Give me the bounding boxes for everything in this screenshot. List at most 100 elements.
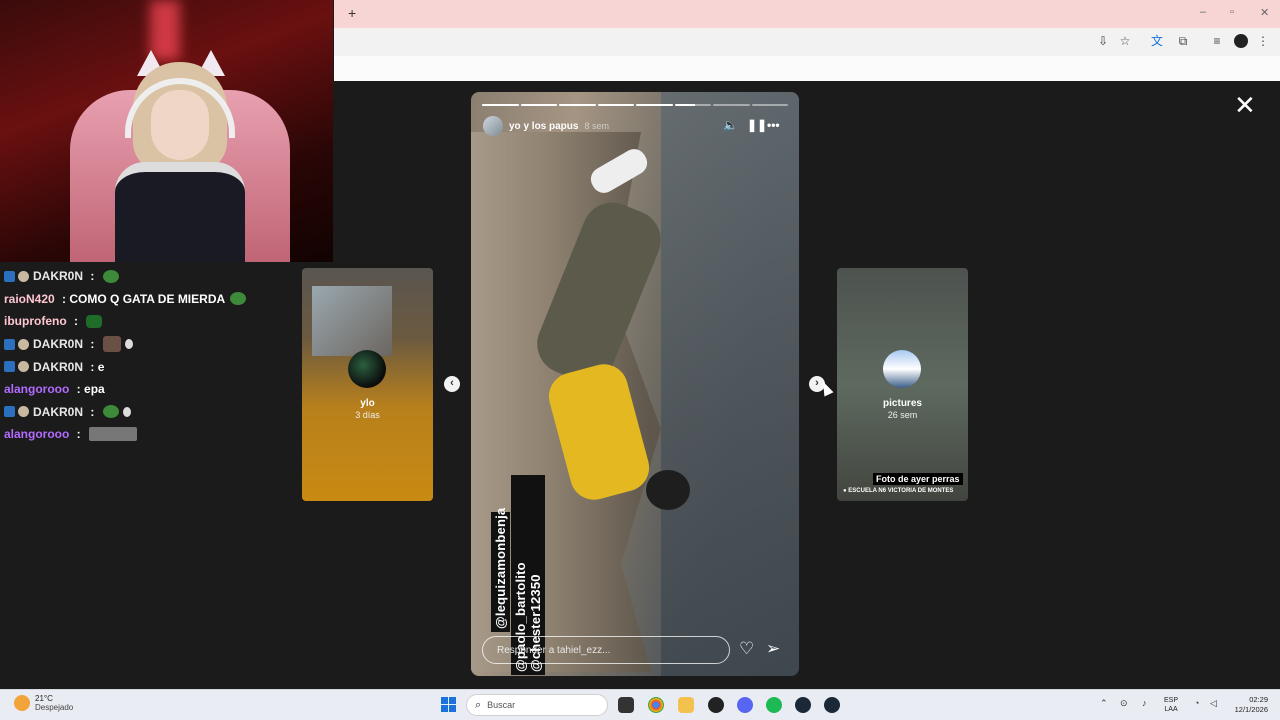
weather-widget[interactable]: 21°C Despejado bbox=[14, 694, 73, 712]
avatar[interactable] bbox=[483, 116, 503, 136]
spotify-icon[interactable] bbox=[766, 697, 782, 713]
emote-icon bbox=[124, 339, 133, 350]
chat-separator: : bbox=[87, 404, 98, 419]
close-window-button[interactable]: ✕ bbox=[1260, 6, 1269, 19]
system-clock[interactable]: 02:29 12/1/2026 bbox=[1226, 695, 1268, 715]
next-story-preview[interactable]: pictures 26 sem Foto de ayer perras ● ES… bbox=[837, 268, 968, 501]
chat-username[interactable]: ibuprofeno bbox=[4, 314, 67, 328]
chat-text: epa bbox=[84, 382, 105, 397]
task-view-icon[interactable] bbox=[618, 697, 634, 713]
chat-message: DAKR0N : bbox=[4, 333, 304, 356]
clock-date: 12/1/2026 bbox=[1234, 705, 1268, 714]
progress-segment bbox=[482, 104, 519, 106]
windows-taskbar: 21°C Despejado ⌕ Buscar ⌃ ⊙ ♪ ESP LAA ◔ … bbox=[0, 689, 1280, 720]
search-label: Buscar bbox=[487, 700, 516, 710]
prime-badge-icon bbox=[4, 361, 15, 373]
chat-username[interactable]: raioN420 bbox=[4, 292, 55, 306]
chat-message: DAKR0N : bbox=[4, 401, 304, 424]
progress-segment bbox=[520, 104, 557, 106]
wifi-icon[interactable]: ◔ bbox=[1194, 698, 1199, 708]
progress-segment bbox=[636, 104, 673, 106]
discord-icon[interactable] bbox=[737, 697, 753, 713]
heart-icon[interactable]: ♡ bbox=[739, 640, 754, 658]
chat-message: ibuprofeno : bbox=[4, 310, 304, 333]
profile-avatar[interactable] bbox=[1234, 34, 1248, 48]
progress-segment bbox=[751, 104, 788, 106]
chat-username[interactable]: DAKR0N bbox=[33, 405, 83, 419]
chat-username[interactable]: DAKR0N bbox=[33, 360, 83, 374]
minimize-button[interactable]: – bbox=[1200, 6, 1206, 18]
keyboard-layout: LAA bbox=[1164, 706, 1178, 713]
previous-story-preview[interactable]: ylo 3 días bbox=[302, 268, 433, 501]
install-app-icon[interactable]: ⇩ bbox=[1096, 34, 1110, 48]
location-label: ESCUELA N6 VICTORIA DE MONTES bbox=[848, 488, 954, 494]
maximize-button[interactable]: ▫ bbox=[1230, 6, 1234, 18]
progress-segment bbox=[559, 104, 596, 106]
chevron-up-icon[interactable]: ⌃ bbox=[1100, 698, 1108, 709]
avatar bbox=[883, 350, 921, 388]
bookmark-star-icon[interactable]: ☆ bbox=[1118, 34, 1132, 48]
microphone-icon[interactable]: ♪ bbox=[1142, 698, 1147, 708]
streamer-face bbox=[151, 90, 209, 160]
streamer bbox=[115, 50, 245, 262]
chat-username[interactable]: DAKR0N bbox=[33, 269, 83, 283]
webcam-overlay bbox=[0, 0, 333, 262]
network-icon[interactable]: ⊙ bbox=[1120, 698, 1128, 709]
pause-icon[interactable]: ❚❚ bbox=[747, 118, 767, 132]
previous-story-arrow-icon[interactable]: ‹ bbox=[444, 376, 460, 392]
chat-message: alangorooo : bbox=[4, 423, 304, 446]
chrome-icon[interactable] bbox=[648, 697, 664, 713]
sub-badge-icon bbox=[18, 270, 29, 282]
emote-icon bbox=[230, 292, 247, 306]
steam-icon[interactable] bbox=[795, 697, 811, 713]
steam-icon[interactable] bbox=[824, 697, 840, 713]
more-icon[interactable]: ••• bbox=[767, 118, 780, 132]
mention-tag[interactable]: @lequizamonbenja bbox=[491, 508, 510, 632]
emote-icon bbox=[86, 314, 103, 328]
sub-badge-icon bbox=[18, 361, 29, 373]
preview-thumbnail bbox=[312, 286, 392, 356]
translate-icon[interactable]: 文 bbox=[1150, 34, 1164, 48]
story-time: 3 días bbox=[355, 410, 380, 420]
language-indicator[interactable]: ESP LAA bbox=[1164, 696, 1178, 714]
chat-separator: : bbox=[87, 359, 98, 374]
new-tab-button[interactable]: + bbox=[348, 5, 356, 21]
chat-separator: : bbox=[73, 427, 85, 442]
chat-username[interactable]: alangorooo bbox=[4, 427, 69, 441]
taskbar-search[interactable]: ⌕ Buscar bbox=[466, 694, 608, 716]
send-icon[interactable]: ➢ bbox=[766, 640, 780, 658]
chat-separator: : bbox=[87, 269, 98, 284]
chat-text: e bbox=[97, 359, 105, 374]
start-icon[interactable] bbox=[441, 697, 456, 712]
chat-separator: : bbox=[73, 382, 85, 397]
story-header: yo y los papus 8 sem 🔈 ❚❚ ••• bbox=[483, 116, 787, 136]
reading-list-icon[interactable]: ≡ bbox=[1210, 34, 1224, 48]
story-username[interactable]: yo y los papus bbox=[509, 121, 578, 132]
chat-username[interactable]: DAKR0N bbox=[33, 337, 83, 351]
story-username: pictures bbox=[883, 398, 922, 409]
browser-menu-icon[interactable]: ⋮ bbox=[1256, 34, 1270, 48]
search-icon: ⌕ bbox=[475, 698, 482, 711]
stream-chat: DAKR0N : raioN420 : COMO Q GATA DE MIERD… bbox=[4, 265, 304, 446]
story-time: 8 sem bbox=[584, 121, 609, 131]
emote-icon bbox=[102, 336, 121, 353]
clock-time: 02:29 bbox=[1249, 695, 1268, 704]
speaker-icon[interactable]: ◁ bbox=[1210, 698, 1217, 709]
story-progress-bar bbox=[482, 104, 788, 106]
app-icon[interactable] bbox=[708, 697, 724, 713]
emote-icon bbox=[102, 405, 119, 419]
avatar bbox=[348, 350, 386, 388]
reply-input[interactable] bbox=[482, 636, 730, 664]
streamer-shirt bbox=[115, 162, 245, 262]
close-icon[interactable]: ✕ bbox=[1234, 92, 1256, 118]
chat-username[interactable]: alangorooo bbox=[4, 382, 69, 396]
prime-badge-icon bbox=[4, 270, 15, 282]
language-code: ESP bbox=[1164, 697, 1179, 704]
chat-message: DAKR0N : bbox=[4, 265, 304, 288]
volume-icon[interactable]: 🔈 bbox=[723, 118, 738, 132]
browser-toolbar: ⇩ ☆ 文 ⧉ ≡ ⋮ bbox=[334, 28, 1280, 56]
extensions-icon[interactable]: ⧉ bbox=[1176, 34, 1190, 48]
active-story[interactable]: @paolo_bartolito @chester12350 @lequizam… bbox=[471, 92, 799, 676]
file-explorer-icon[interactable] bbox=[678, 697, 694, 713]
weather-temp: 21°C bbox=[35, 694, 53, 703]
